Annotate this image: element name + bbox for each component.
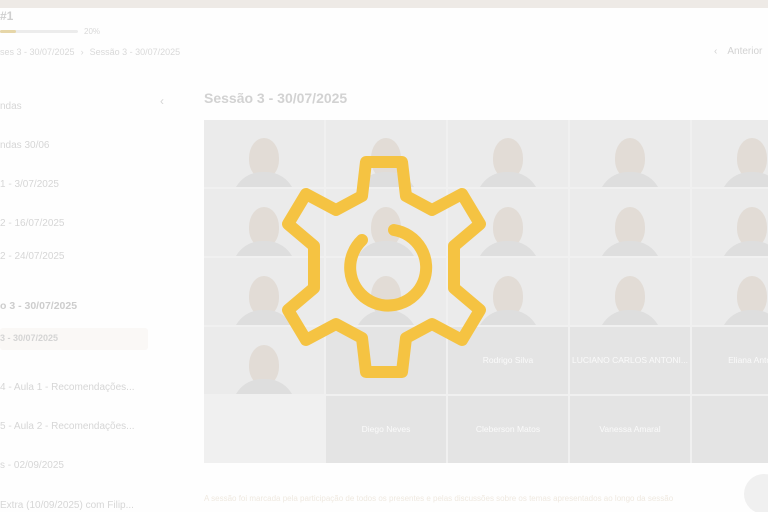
- participant-tile: [448, 120, 568, 187]
- participant-tile: Vanessa Amaral: [570, 396, 690, 463]
- course-title: #1: [0, 9, 14, 23]
- participant-tile: Diego Neves: [326, 396, 446, 463]
- sidebar-item[interactable]: 2 - 24/07/2025: [0, 251, 65, 262]
- participant-tile: [570, 189, 690, 256]
- participant-body: [598, 310, 662, 325]
- participant-body: [354, 172, 418, 187]
- participant-tile: [692, 189, 768, 256]
- participant-tile: [326, 327, 446, 394]
- participant-body: [720, 172, 768, 187]
- progress-bar: [0, 30, 78, 33]
- participant-tile: [204, 120, 324, 187]
- video-player[interactable]: Rodrigo Silva LUCIANO CARLOS ANTONI... E…: [204, 120, 768, 463]
- sidebar-item[interactable]: 5 - Aula 2 - Recomendações...: [0, 421, 135, 432]
- breadcrumb: ses 3 - 30/07/2025 › Sessão 3 - 30/07/2025: [0, 47, 180, 57]
- sidebar-item[interactable]: Extra (10/09/2025) com Filip...: [0, 500, 134, 511]
- participant-name: Cleberson Matos: [475, 424, 541, 434]
- participant-name: Rodrigo Silva: [482, 355, 534, 365]
- breadcrumb-separator: ›: [80, 47, 84, 57]
- participant-body: [598, 241, 662, 256]
- previous-lesson-button[interactable]: ‹ Anterior: [714, 46, 762, 57]
- sidebar-item[interactable]: 1 - 3/07/2025: [0, 179, 59, 190]
- participant-tile: [692, 120, 768, 187]
- participant-tile: [570, 120, 690, 187]
- participant-tile: [692, 396, 768, 463]
- participant-tile: [448, 258, 568, 325]
- participant-tile: Eliana Anton: [692, 327, 768, 394]
- chevron-left-icon[interactable]: ‹: [160, 94, 164, 108]
- sidebar-item[interactable]: ndas: [0, 101, 22, 112]
- participant-tile: [326, 189, 446, 256]
- chat-icon[interactable]: [744, 474, 768, 512]
- participant-body: [232, 310, 296, 325]
- participant-tile: [326, 120, 446, 187]
- participant-body: [232, 241, 296, 256]
- participant-body: [598, 172, 662, 187]
- participant-body: [476, 310, 540, 325]
- progress-fill: [0, 30, 16, 33]
- participant-name: Vanessa Amaral: [599, 424, 661, 434]
- participant-body: [354, 241, 418, 256]
- sidebar-item[interactable]: ndas 30/06: [0, 140, 50, 151]
- participant-tile: [326, 258, 446, 325]
- participant-name: Diego Neves: [361, 424, 411, 434]
- sidebar-item[interactable]: s - 02/09/2025: [0, 460, 64, 471]
- participant-tile: [692, 258, 768, 325]
- chevron-left-icon: ‹: [714, 46, 718, 57]
- participant-body: [720, 310, 768, 325]
- lesson-description: A sessão foi marcada pela participação d…: [204, 494, 674, 503]
- participant-name: Eliana Anton: [728, 355, 768, 365]
- top-bar: [0, 0, 768, 8]
- participant-tile: [204, 327, 324, 394]
- lesson-title: Sessão 3 - 30/07/2025: [204, 90, 348, 106]
- participant-tile: Rodrigo Silva: [448, 327, 568, 394]
- breadcrumb-item[interactable]: ses 3 - 30/07/2025: [0, 47, 75, 57]
- participant-body: [476, 241, 540, 256]
- participant-body: [720, 241, 768, 256]
- participant-body: [232, 172, 296, 187]
- sidebar-item[interactable]: 4 - Aula 1 - Recomendações...: [0, 382, 135, 393]
- participant-tile: Cleberson Matos: [448, 396, 568, 463]
- participant-tile: LUCIANO CARLOS ANTONI...: [570, 327, 690, 394]
- participant-tile: [448, 189, 568, 256]
- participant-body: [354, 310, 418, 325]
- participant-tile: [204, 258, 324, 325]
- sidebar-item[interactable]: 2 - 16/07/2025: [0, 218, 65, 229]
- participant-name: LUCIANO CARLOS ANTONI...: [571, 355, 689, 365]
- sidebar-item-active[interactable]: 3 - 30/07/2025: [0, 328, 148, 350]
- progress-label: 20%: [84, 27, 101, 36]
- participant-tile: [204, 189, 324, 256]
- participant-tile: [570, 258, 690, 325]
- participant-body: [232, 379, 296, 394]
- previous-lesson-label: Anterior: [727, 46, 763, 57]
- breadcrumb-item[interactable]: Sessão 3 - 30/07/2025: [90, 47, 181, 57]
- sidebar-section-title[interactable]: o 3 - 30/07/2025: [0, 300, 77, 312]
- participant-body: [476, 172, 540, 187]
